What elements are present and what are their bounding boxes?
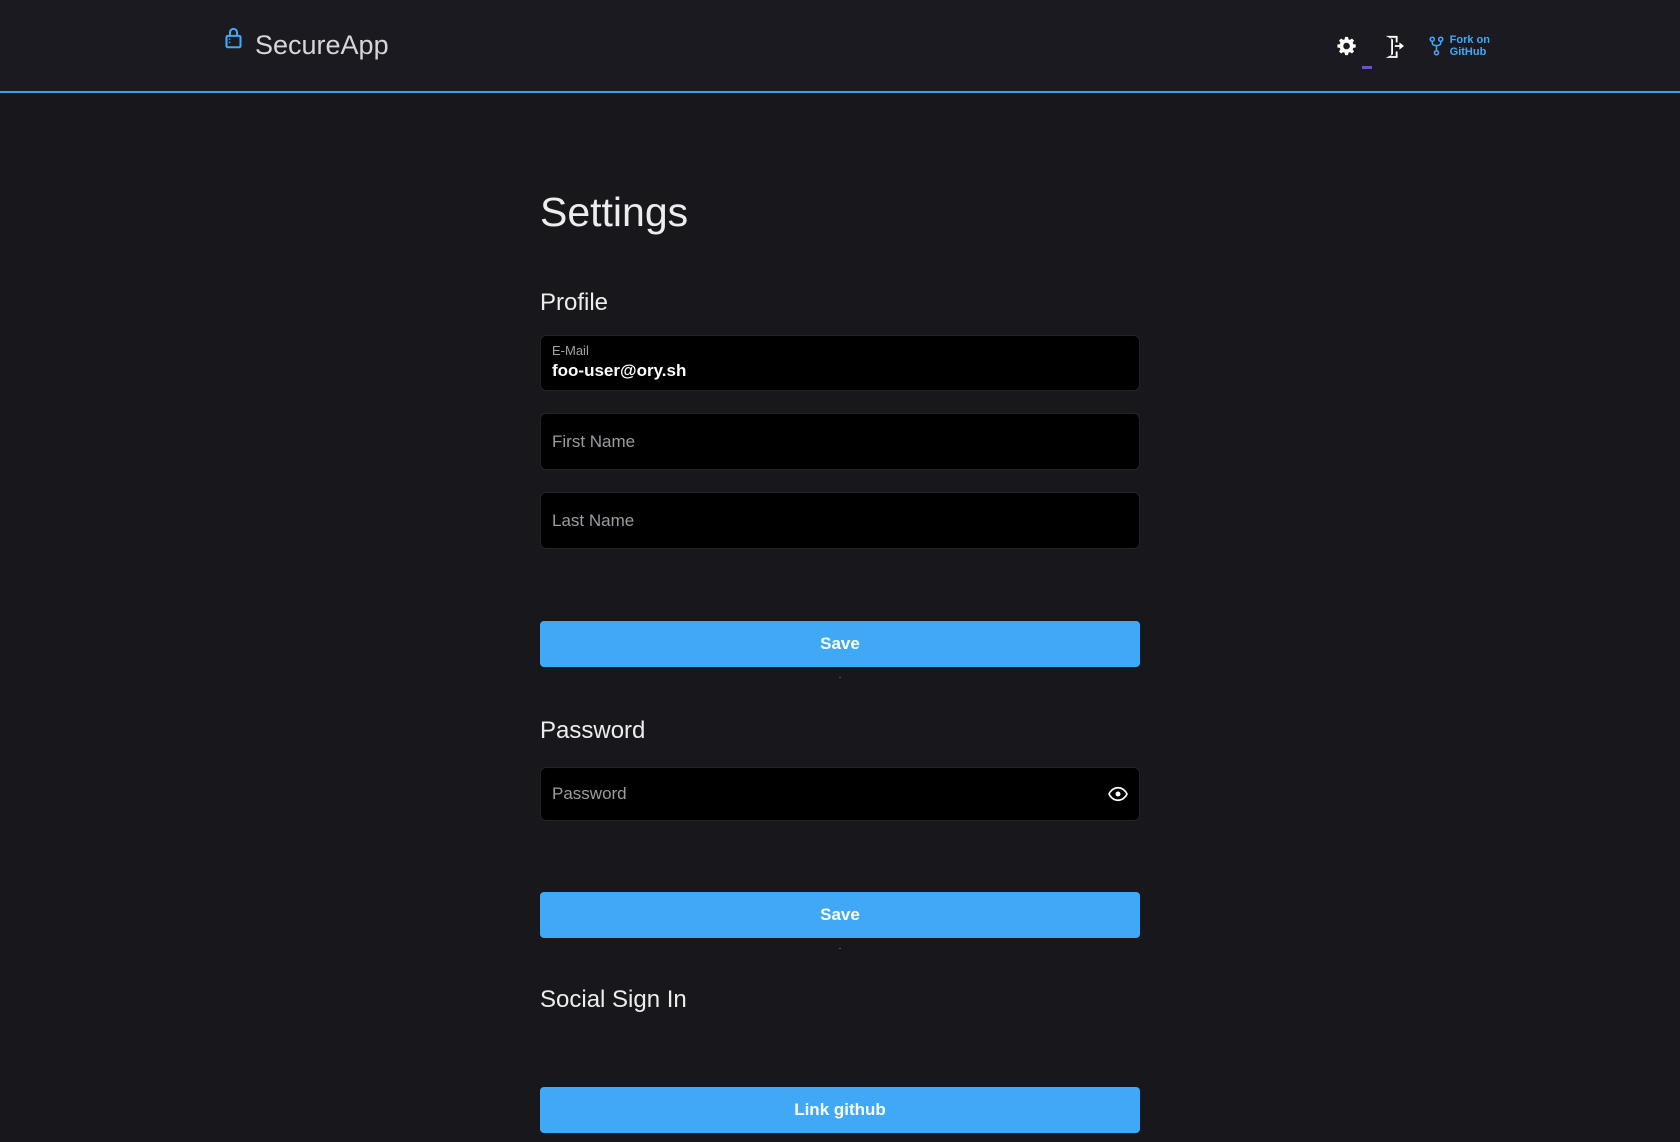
email-field-label: E-Mail	[552, 343, 1128, 359]
email-input[interactable]	[552, 359, 1128, 381]
logout-icon	[1382, 34, 1404, 58]
email-field-group: E-Mail	[540, 335, 1140, 391]
form-dot: .	[540, 671, 1140, 681]
lock-icon	[223, 32, 244, 59]
brand-link[interactable]: SecureApp	[223, 30, 389, 61]
profile-save-button[interactable]: Save	[540, 621, 1140, 667]
logout-button[interactable]	[1382, 34, 1404, 58]
page-title: Settings	[540, 188, 1140, 236]
password-input[interactable]	[540, 767, 1140, 821]
link-github-button[interactable]: Link github	[540, 1087, 1140, 1133]
git-fork-icon	[1428, 35, 1445, 57]
brand-title: SecureApp	[255, 30, 389, 61]
last-name-input[interactable]	[540, 492, 1140, 549]
password-visibility-toggle[interactable]	[1108, 786, 1128, 802]
fork-on-github-link[interactable]: Fork on GitHub	[1428, 34, 1490, 58]
form-dot: .	[540, 942, 1140, 952]
underscore-mark	[1362, 66, 1372, 69]
eye-icon	[1108, 786, 1128, 802]
gear-icon	[1336, 35, 1358, 57]
password-save-button[interactable]: Save	[540, 892, 1140, 938]
fork-link-label: Fork on GitHub	[1450, 34, 1490, 58]
top-navbar: SecureApp	[0, 0, 1680, 93]
password-field-group	[540, 767, 1140, 821]
password-section-heading: Password	[540, 716, 1140, 746]
navbar-actions: Fork on GitHub	[1336, 34, 1490, 58]
social-section-heading: Social Sign In	[540, 985, 1140, 1015]
settings-gear-button[interactable]	[1336, 35, 1358, 57]
settings-page: Settings Profile E-Mail Save . Password …	[540, 93, 1140, 1133]
first-name-input[interactable]	[540, 413, 1140, 470]
profile-section-heading: Profile	[540, 288, 1140, 318]
